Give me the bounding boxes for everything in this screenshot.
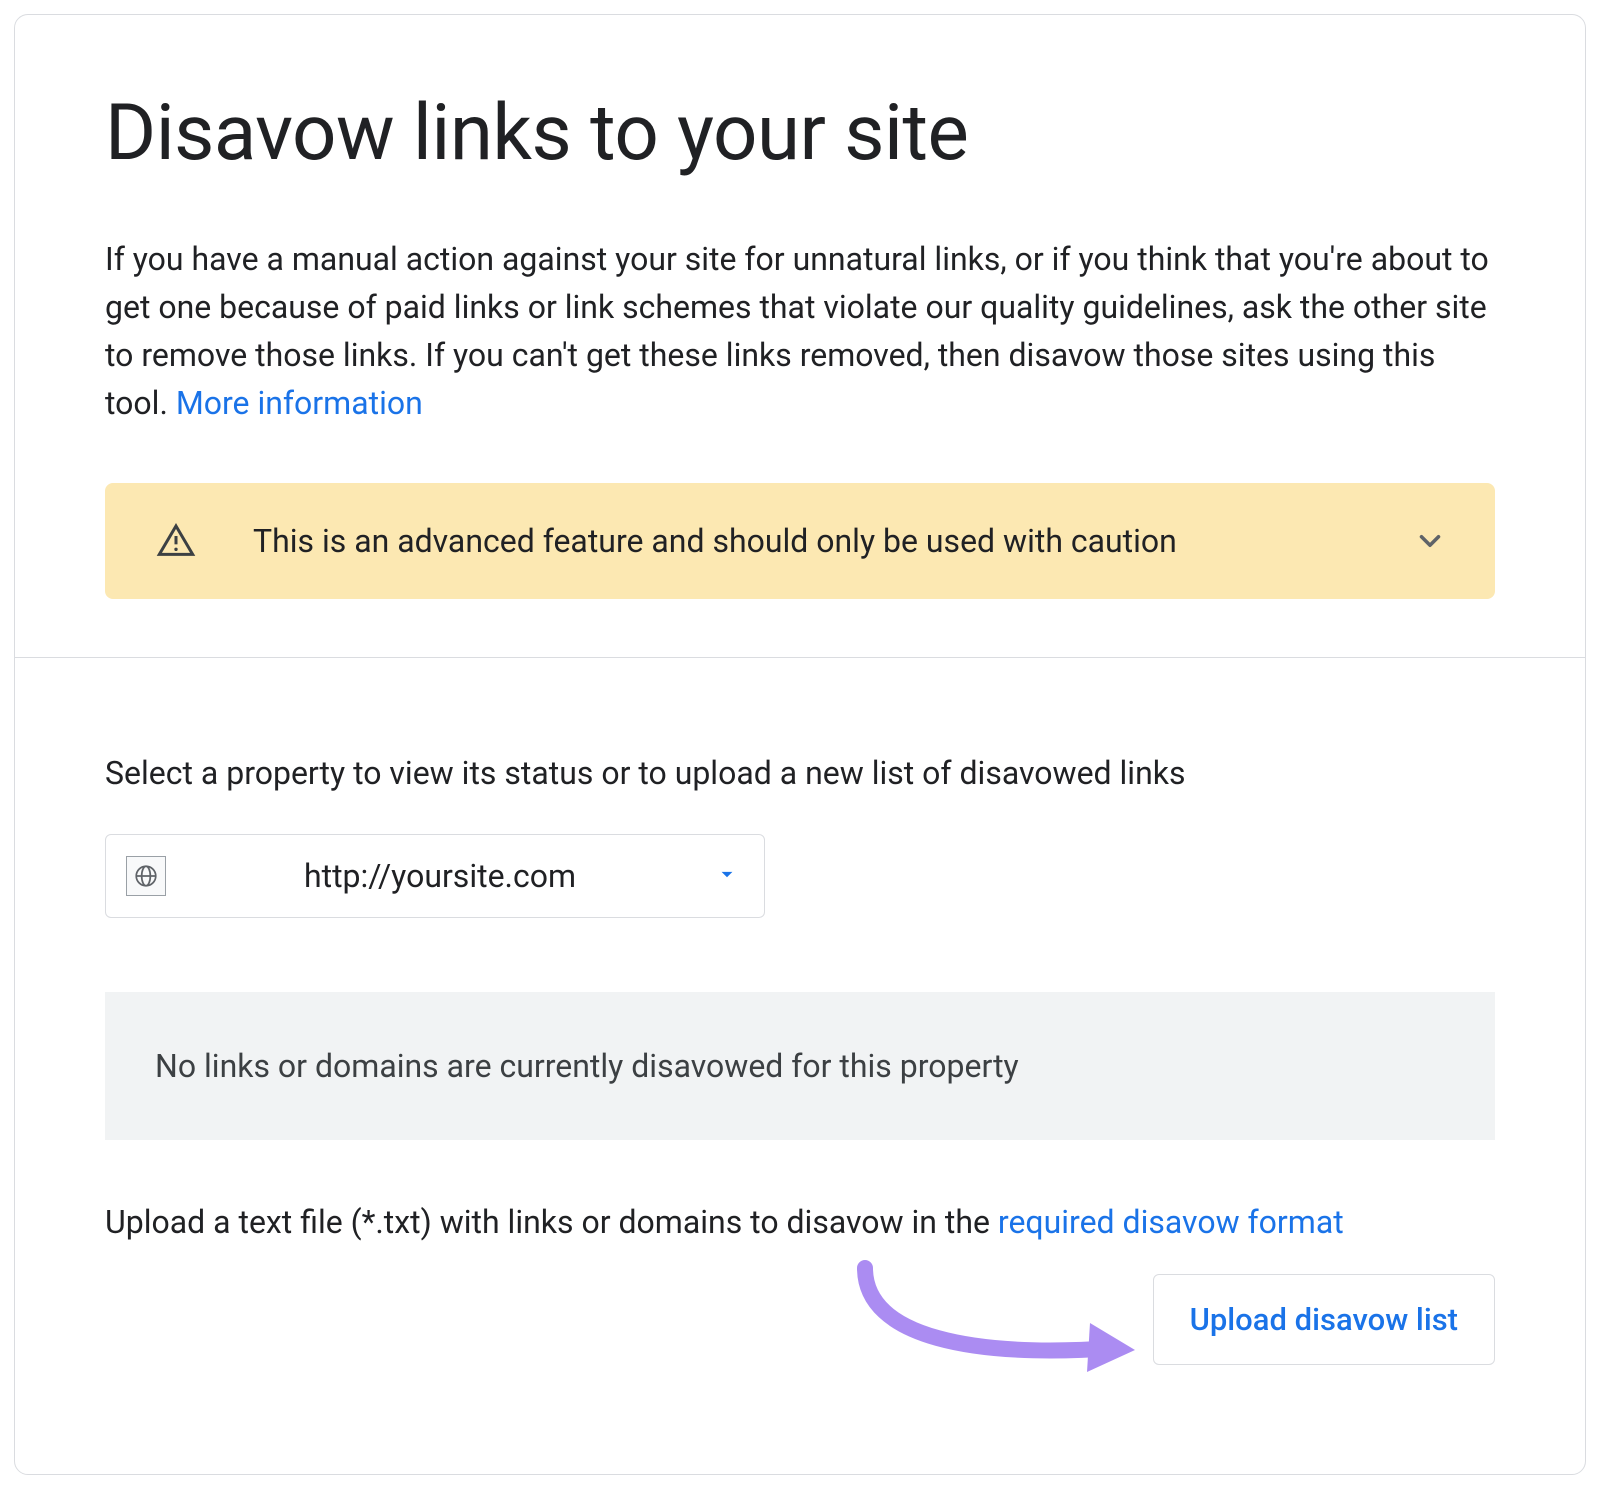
dropdown-caret-icon [714,861,740,891]
property-select-label: Select a property to view its status or … [105,754,1495,792]
page-title: Disavow links to your site [105,91,1495,177]
top-section: Disavow links to your site If you have a… [15,15,1585,657]
status-text: No links or domains are currently disavo… [155,1047,1019,1085]
bottom-section: Select a property to view its status or … [15,658,1585,1425]
required-format-link[interactable]: required disavow format [998,1203,1344,1241]
upload-button-row: Upload disavow list [105,1274,1495,1365]
alert-text: This is an advanced feature and should o… [253,522,1359,560]
property-select[interactable]: http://yoursite.com [105,834,765,918]
disavow-card: Disavow links to your site If you have a… [14,14,1586,1475]
upload-prefix: Upload a text file (*.txt) with links or… [105,1203,998,1241]
intro-text: If you have a manual action against your… [105,235,1495,427]
warning-icon [153,521,199,561]
upload-disavow-button[interactable]: Upload disavow list [1153,1274,1495,1365]
globe-icon [126,856,166,896]
chevron-down-icon [1413,524,1447,558]
upload-instructions: Upload a text file (*.txt) with links or… [105,1198,1495,1246]
advanced-feature-banner[interactable]: This is an advanced feature and should o… [105,483,1495,599]
disavow-status-panel: No links or domains are currently disavo… [105,992,1495,1140]
selected-property: http://yoursite.com [184,857,696,895]
more-info-link[interactable]: More information [176,384,423,422]
